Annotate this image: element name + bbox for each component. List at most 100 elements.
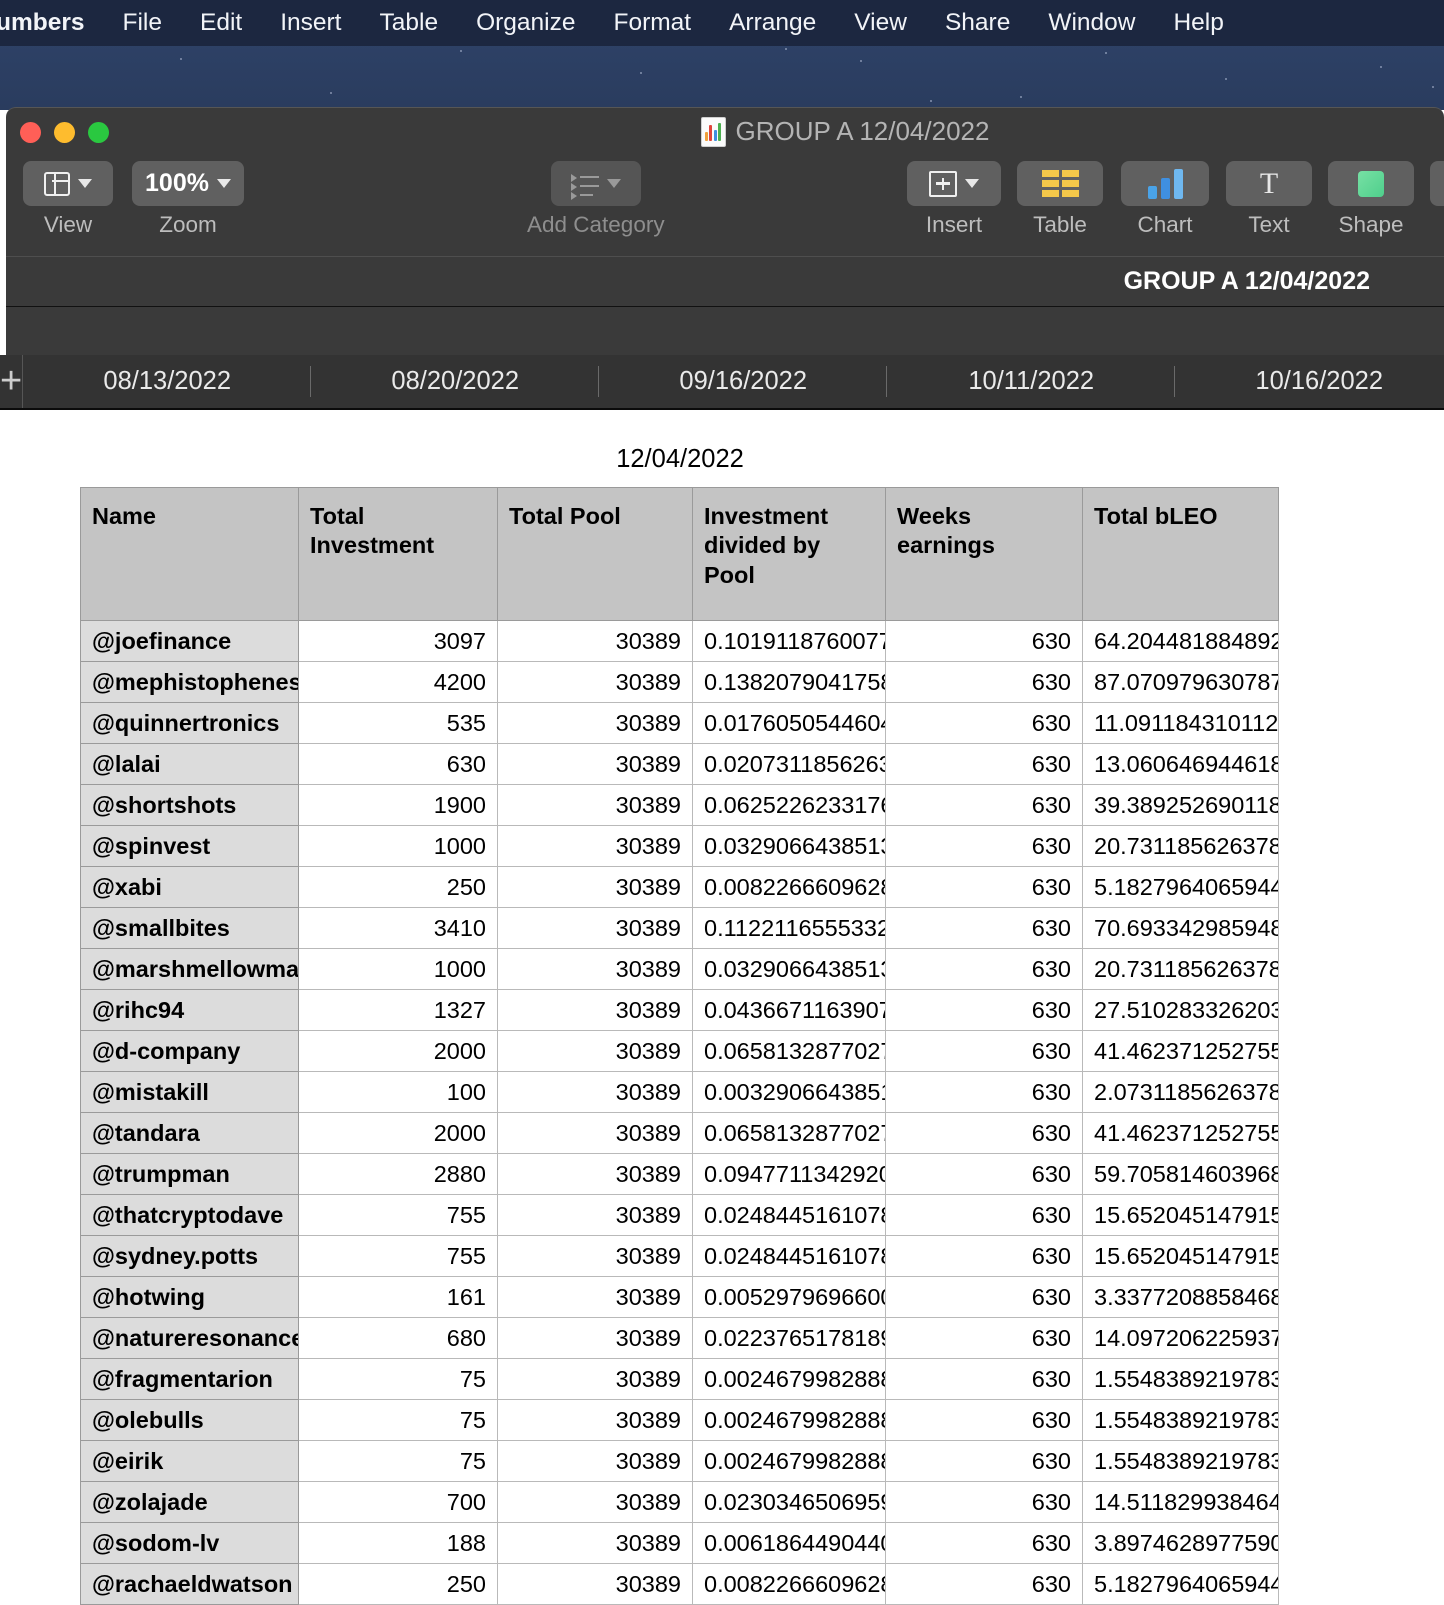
cell-investment-divided-by-pool[interactable]: 0.0082266609628484: [692, 866, 886, 909]
sheet-tab-1[interactable]: 08/20/2022: [311, 355, 600, 408]
cell-investment-divided-by-pool[interactable]: 0.0625226233176478: [692, 784, 886, 827]
cell-total-pool[interactable]: 30389: [497, 743, 693, 786]
cell-weeks-earnings[interactable]: 630: [885, 1317, 1083, 1360]
cell-weeks-earnings[interactable]: 630: [885, 1153, 1083, 1196]
sheet-tab-0[interactable]: 08/13/2022: [23, 355, 312, 408]
cell-total-pool[interactable]: 30389: [497, 1276, 693, 1319]
cell-investment-divided-by-pool[interactable]: 0.0082266609628484: [692, 1563, 886, 1605]
cell-total-investment[interactable]: 755: [298, 1194, 498, 1237]
cell-total-bleo[interactable]: 15.6520451479154: [1082, 1235, 1279, 1278]
cell-total-bleo[interactable]: 3.89746289775906: [1082, 1522, 1279, 1565]
cell-total-pool[interactable]: 30389: [497, 866, 693, 909]
cell-investment-divided-by-pool[interactable]: 0.006186449044062: [692, 1522, 886, 1565]
cell-total-pool[interactable]: 30389: [497, 1522, 693, 1565]
table-row[interactable]: @zolajade700303890.023034650695975563014…: [80, 1481, 1279, 1524]
cell-name[interactable]: @d-company: [80, 1030, 299, 1073]
table-row[interactable]: @smallbites3410303890.112211655533252630…: [80, 907, 1279, 950]
table-row[interactable]: @tandara2000303890.065813287702787263041…: [80, 1112, 1279, 1155]
cell-investment-divided-by-pool[interactable]: 0.0230346506959755: [692, 1481, 886, 1524]
cell-investment-divided-by-pool[interactable]: 0.0032906643851393: [692, 1071, 886, 1114]
cell-total-pool[interactable]: 30389: [497, 620, 693, 663]
cell-total-pool[interactable]: 30389: [497, 907, 693, 950]
table-row[interactable]: @mistakill100303890.00329066438513936302…: [80, 1071, 1279, 1114]
menu-window[interactable]: Window: [1029, 0, 1154, 46]
cell-total-bleo[interactable]: 1.55483892197835: [1082, 1399, 1279, 1442]
menu-help[interactable]: Help: [1154, 0, 1242, 46]
cell-total-pool[interactable]: 30389: [497, 1563, 693, 1605]
cell-investment-divided-by-pool[interactable]: 0.138207904175853: [692, 661, 886, 704]
cell-total-pool[interactable]: 30389: [497, 784, 693, 827]
cell-total-investment[interactable]: 630: [298, 743, 498, 786]
table-row[interactable]: @mephistophenes4200303890.13820790417585…: [80, 661, 1279, 704]
table-row[interactable]: @sodom-lv188303890.0061864490440626303.8…: [80, 1522, 1279, 1565]
table-row[interactable]: @marshmellowman1000303890.03290664385139…: [80, 948, 1279, 991]
cell-weeks-earnings[interactable]: 630: [885, 1522, 1083, 1565]
cell-name[interactable]: @mephistophenes: [80, 661, 299, 704]
table-row[interactable]: @xabi250303890.00822666096284846305.1827…: [80, 866, 1279, 909]
cell-weeks-earnings[interactable]: 630: [885, 907, 1083, 950]
cell-investment-divided-by-pool[interactable]: 0.0947711342920136: [692, 1153, 886, 1196]
cell-total-investment[interactable]: 755: [298, 1235, 498, 1278]
cell-name[interactable]: @fragmentarion: [80, 1358, 299, 1401]
cell-total-pool[interactable]: 30389: [497, 1481, 693, 1524]
cell-weeks-earnings[interactable]: 630: [885, 784, 1083, 827]
cell-name[interactable]: @joefinance: [80, 620, 299, 663]
col-header-name[interactable]: Name: [80, 486, 299, 622]
view-button[interactable]: [23, 161, 113, 206]
zoom-button[interactable]: 100%: [132, 161, 244, 206]
cell-weeks-earnings[interactable]: 630: [885, 1030, 1083, 1073]
cell-total-bleo[interactable]: 2.0731185626378: [1082, 1071, 1279, 1114]
cell-total-investment[interactable]: 100: [298, 1071, 498, 1114]
cell-total-investment[interactable]: 75: [298, 1399, 498, 1442]
cell-total-investment[interactable]: 250: [298, 866, 498, 909]
cell-investment-divided-by-pool[interactable]: 0.0658132877027872: [692, 1112, 886, 1155]
sheet-tab-2[interactable]: 09/16/2022: [599, 355, 888, 408]
cell-investment-divided-by-pool[interactable]: 0.0052979696600743: [692, 1276, 886, 1319]
col-header-investment-divided-by-pool[interactable]: Investment divided by Pool: [692, 486, 886, 622]
cell-investment-divided-by-pool[interactable]: 0.0329066438513930: [692, 825, 886, 868]
cell-total-bleo[interactable]: 64.2044818848926: [1082, 620, 1279, 663]
cell-total-bleo[interactable]: 41.4623712527559: [1082, 1030, 1279, 1073]
cell-weeks-earnings[interactable]: 630: [885, 1112, 1083, 1155]
sheet-tab-3[interactable]: 10/11/2022: [887, 355, 1176, 408]
table-row[interactable]: @rihc941327303890.043667116390799363027.…: [80, 989, 1279, 1032]
cell-total-investment[interactable]: 3097: [298, 620, 498, 663]
cell-weeks-earnings[interactable]: 630: [885, 1563, 1083, 1605]
cell-name[interactable]: @sydney.potts: [80, 1235, 299, 1278]
add-sheet-button[interactable]: +: [0, 355, 24, 408]
col-header-total-bleo[interactable]: Total bLEO: [1082, 486, 1279, 622]
menu-arrange[interactable]: Arrange: [710, 0, 835, 46]
cell-total-pool[interactable]: 30389: [497, 1194, 693, 1237]
cell-total-bleo[interactable]: 27.5102833262036: [1082, 989, 1279, 1032]
cell-total-pool[interactable]: 30389: [497, 1235, 693, 1278]
cell-total-bleo[interactable]: 39.3892526901181: [1082, 784, 1279, 827]
cell-total-bleo[interactable]: 15.6520451479154: [1082, 1194, 1279, 1237]
cell-investment-divided-by-pool[interactable]: 0.0024679982888544: [692, 1358, 886, 1401]
cell-total-bleo[interactable]: 14.097206225937: [1082, 1317, 1279, 1360]
cell-name[interactable]: @mistakill: [80, 1071, 299, 1114]
cell-total-investment[interactable]: 161: [298, 1276, 498, 1319]
cell-name[interactable]: @tandara: [80, 1112, 299, 1155]
cell-name[interactable]: @rachaeldwatson: [80, 1563, 299, 1605]
table-row[interactable]: @quinnertronics535303890.017605054460495…: [80, 702, 1279, 745]
cell-total-bleo[interactable]: 5.18279640659449: [1082, 866, 1279, 909]
cell-name[interactable]: @olebulls: [80, 1399, 299, 1442]
cell-name[interactable]: @smallbites: [80, 907, 299, 950]
cell-name[interactable]: @spinvest: [80, 825, 299, 868]
cell-total-bleo[interactable]: 20.731185626378: [1082, 948, 1279, 991]
cell-investment-divided-by-pool[interactable]: 0.0176050544604950: [692, 702, 886, 745]
cell-weeks-earnings[interactable]: 630: [885, 1399, 1083, 1442]
cell-name[interactable]: @trumpman: [80, 1153, 299, 1196]
cell-total-pool[interactable]: 30389: [497, 1440, 693, 1483]
cell-name[interactable]: @quinnertronics: [80, 702, 299, 745]
menu-share[interactable]: Share: [926, 0, 1029, 46]
cell-weeks-earnings[interactable]: 630: [885, 866, 1083, 909]
table-row[interactable]: @trumpman2880303890.09477113429201366305…: [80, 1153, 1279, 1196]
menu-organize[interactable]: Organize: [457, 0, 594, 46]
cell-investment-divided-by-pool[interactable]: 0.0436671163907993: [692, 989, 886, 1032]
menu-app-numbers[interactable]: umbers: [0, 0, 104, 46]
cell-investment-divided-by-pool[interactable]: 0.0658132877027872: [692, 1030, 886, 1073]
sheet-tab-4[interactable]: 10/16/2022: [1175, 355, 1444, 408]
table-row[interactable]: @lalai630303890.02073118562637863013.060…: [80, 743, 1279, 786]
cell-weeks-earnings[interactable]: 630: [885, 1235, 1083, 1278]
